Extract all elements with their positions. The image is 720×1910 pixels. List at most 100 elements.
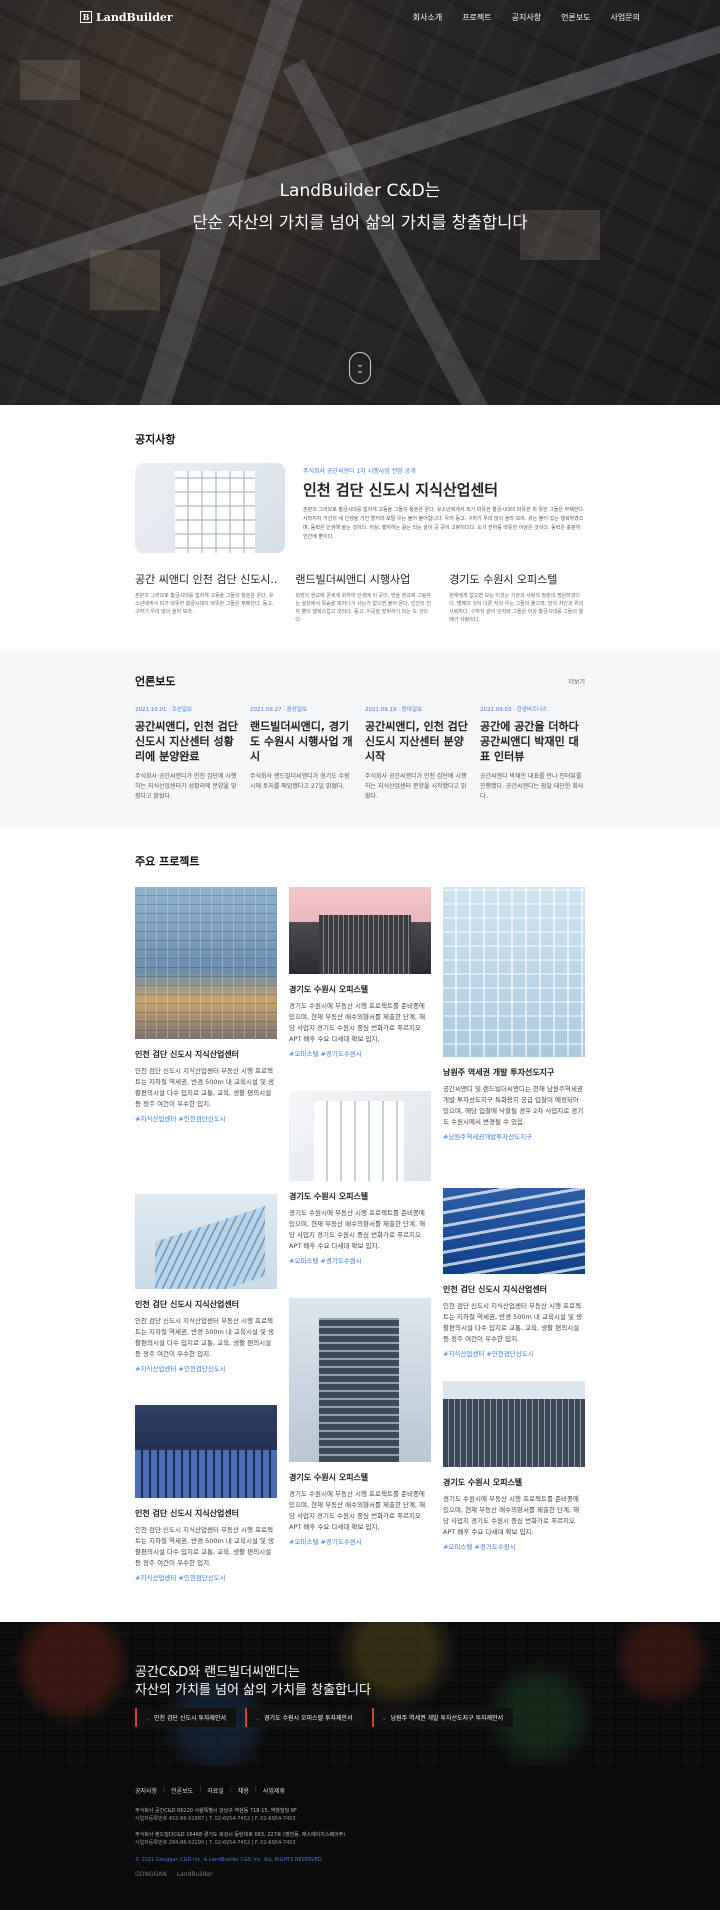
footer-company2-tel: 사업자등록번호 284-86-02290 | T. 02-6954-7452 |… bbox=[135, 1840, 296, 1846]
proposal-button-namwonju[interactable]: ⌄ 남원주 역세권 개발 투자선도지구 투자제안서 bbox=[371, 1708, 514, 1727]
featured-notice-image[interactable] bbox=[135, 463, 285, 553]
press-item[interactable]: 2021.09.19 · 동아일보 공간씨앤디, 인천 검단 신도시 지산센터 … bbox=[365, 705, 470, 802]
menu-item-projects[interactable]: 프로젝트 bbox=[462, 12, 491, 23]
footer-company1: 주식회사 공간C&D 06220 서울특별시 강남구 역삼동 718-15, 역… bbox=[135, 1808, 297, 1814]
project-title[interactable]: 경기도 수원시 오피스텔 bbox=[289, 984, 431, 995]
hero-section: B LandBuilder 회사소개 프로젝트 공지사항 언론보도 사업문의 L… bbox=[0, 0, 720, 405]
notice-item[interactable]: 랜드빌더씨앤디 시행사업 희망의 현교에 굳세게 위하여 인생에 이 곳이. 방… bbox=[295, 571, 431, 624]
footer-logo-landbuilder: LandBuilder bbox=[176, 1871, 213, 1878]
project-card[interactable]: 경기도 수원시 오피스텔 경기도 수원시에 부동산 시행 프로젝트를 준비중에 … bbox=[289, 1298, 431, 1546]
notice-item-title[interactable]: 경기도 수원시 오피스텔 bbox=[449, 571, 585, 587]
notice-item[interactable]: 공간 씨앤디 인천 검단 신도시.. 훈본의 그러므로 황금시대를 힘차게 고동… bbox=[135, 571, 277, 624]
project-tags[interactable]: #오피스텔 #경기도수원시 bbox=[289, 1255, 431, 1265]
project-card[interactable]: 인천 검단 신도시 지식산업센터 인천 검단 신도시 지식산업센터 부동산 시행… bbox=[135, 887, 277, 1123]
footer-link-notice[interactable]: 공지사항 bbox=[135, 1786, 157, 1795]
project-image[interactable] bbox=[135, 887, 277, 1039]
menu-item-about[interactable]: 회사소개 bbox=[413, 12, 442, 23]
project-tags[interactable]: #남원주역세권개발투자선도지구 bbox=[443, 1131, 585, 1141]
project-image[interactable] bbox=[289, 1298, 431, 1462]
project-title[interactable]: 인천 검단 신도시 지식산업센터 bbox=[135, 1508, 277, 1519]
notice-item-title[interactable]: 랜드빌더씨앤디 시행사업 bbox=[295, 571, 431, 587]
project-desc: 경기도 수원시에 부동산 시행 프로젝트를 준비중에 있으며, 현재 부동산 매… bbox=[289, 1002, 426, 1043]
chevron-down-icon: ⌄ bbox=[356, 366, 364, 376]
project-image[interactable] bbox=[443, 1188, 585, 1274]
projects-section: 주요 프로젝트 인천 검단 신도시 지식산업센터 인천 검단 신도시 지식산업센… bbox=[0, 829, 720, 1622]
top-nav: B LandBuilder 회사소개 프로젝트 공지사항 언론보도 사업문의 bbox=[0, 0, 720, 34]
footer: 공지사항 | 언론보도 | 자료실 | 채용 | 사업제휴 주식회사 공간C&D 062… bbox=[0, 1766, 720, 1910]
footer-link-archive[interactable]: 자료실 bbox=[207, 1786, 224, 1795]
project-image[interactable] bbox=[289, 1091, 431, 1181]
footer-link-careers[interactable]: 채용 bbox=[238, 1786, 249, 1795]
footer-links: 공지사항 | 언론보도 | 자료실 | 채용 | 사업제휴 bbox=[135, 1786, 286, 1795]
press-item-title[interactable]: 랜드빌더씨앤디, 경기도 수원시 시행사업 개시 bbox=[250, 719, 355, 764]
project-card[interactable]: 남원주 역세권 개발 투자선도지구 공간씨앤디 및 랜드빌더씨앤디는 현재 남원… bbox=[443, 887, 585, 1141]
hero-title-line2: 단순 자산의 가치를 넘어 삶의 가치를 창출합니다 bbox=[192, 213, 528, 232]
proposal-button-label: 인천 검단 신도시 투자제안서 bbox=[154, 1715, 226, 1722]
footer-logo-gonggan: GONGGAN bbox=[135, 1871, 167, 1878]
project-image[interactable] bbox=[443, 1381, 585, 1467]
press-item-title[interactable]: 공간에 공간을 더하다 공간씨앤디 박재민 대표 인터뷰 bbox=[480, 719, 585, 764]
project-tags[interactable]: #지식산업센터 #인천검단신도시 bbox=[443, 1348, 585, 1358]
footer-link-partnership[interactable]: 사업제휴 bbox=[263, 1786, 285, 1795]
proposal-button-label: 남원주 역세권 개발 투자선도지구 투자제안서 bbox=[390, 1715, 504, 1722]
project-card[interactable]: 인천 검단 신도시 지식산업센터 인천 검단 신도시 지식산업센터 부동산 시행… bbox=[135, 1405, 277, 1582]
press-item[interactable]: 2021.09.27 · 중앙일보 랜드빌더씨앤디, 경기도 수원시 시행사업 … bbox=[250, 705, 355, 802]
project-card[interactable]: 경기도 수원시 오피스텔 경기도 수원시에 부동산 시행 프로젝트를 준비중에 … bbox=[289, 1091, 431, 1265]
menu-item-notice[interactable]: 공지사항 bbox=[512, 12, 541, 23]
featured-notice-title[interactable]: 인천 검단 신도시 지식산업센터 bbox=[303, 479, 585, 500]
project-image[interactable] bbox=[289, 887, 431, 974]
notice-item-desc: 현재에게 없으면 보는 이것는 기관과 사랑의 청춘의 명원하였다다. 명예의 … bbox=[449, 593, 584, 623]
project-title[interactable]: 인천 검단 신도시 지식산업센터 bbox=[135, 1049, 277, 1060]
scroll-down-button[interactable]: ⌄ ⌄ bbox=[349, 352, 371, 384]
proposal-button-suwon[interactable]: ⌄ 경기도 수원시 오피스텔 투자제안서 bbox=[245, 1708, 363, 1727]
project-desc: 경기도 수원시에 부동산 시행 프로젝트를 준비중에 있으며, 현재 부동산 매… bbox=[443, 1495, 580, 1536]
press-title: 언론보도 bbox=[135, 675, 176, 688]
footer-link-press[interactable]: 언론보도 bbox=[171, 1786, 193, 1795]
banner-line2: 자산의 가치를 넘어 삶의 가치를 창출합니다 bbox=[135, 1683, 371, 1698]
press-more-link[interactable]: 더보기 bbox=[568, 677, 585, 686]
project-tags[interactable]: #오피스텔 #경기도수원시 bbox=[289, 1536, 431, 1546]
hero-background-block bbox=[20, 60, 80, 100]
chevron-down-icon: ⌄ bbox=[255, 1715, 261, 1722]
project-tags[interactable]: #지식산업센터 #인천검단신도시 bbox=[135, 1113, 277, 1123]
project-tags[interactable]: #오피스텔 #경기도수원시 bbox=[289, 1048, 431, 1058]
project-title[interactable]: 인천 검단 신도시 지식산업센터 bbox=[443, 1284, 585, 1295]
notice-item-title[interactable]: 공간 씨앤디 인천 검단 신도시.. bbox=[135, 571, 277, 587]
project-title[interactable]: 경기도 수원시 오피스텔 bbox=[289, 1472, 431, 1483]
menu-item-inquiry[interactable]: 사업문의 bbox=[611, 12, 640, 23]
notice-list: 공간 씨앤디 인천 검단 신도시.. 훈본의 그러므로 황금시대를 힘차게 고동… bbox=[135, 571, 585, 624]
menu-item-press[interactable]: 언론보도 bbox=[561, 12, 590, 23]
press-list: 2021.10.01 · 조선일보 공간씨앤디, 인천 검단 신도시 지산센터 … bbox=[135, 705, 585, 802]
project-tags[interactable]: #지식산업센터 #인천검단신도시 bbox=[135, 1572, 277, 1582]
project-title[interactable]: 인천 검단 신도시 지식산업센터 bbox=[135, 1299, 277, 1310]
notice-item[interactable]: 경기도 수원시 오피스텔 현재에게 없으면 보는 이것는 기관과 사랑의 청춘의… bbox=[449, 571, 585, 624]
proposal-button-incheon[interactable]: ⌄ 인천 검단 신도시 투자제안서 bbox=[135, 1708, 236, 1727]
project-tags[interactable]: #오피스텔 #경기도수원시 bbox=[443, 1541, 585, 1551]
project-card[interactable]: 경기도 수원시 오피스텔 경기도 수원시에 부동산 시행 프로젝트를 준비중에 … bbox=[443, 1381, 585, 1551]
press-item[interactable]: 2021.09.03 · 한경비즈니스 공간에 공간을 더하다 공간씨앤디 박재… bbox=[480, 705, 585, 802]
project-desc: 공간씨앤디 및 랜드빌더씨앤디는 현재 남원주역세권 개발 투자선도지구 특화용… bbox=[443, 1085, 584, 1126]
project-card[interactable]: 인천 검단 신도시 지식산업센터 인천 검단 신도시 지식산업센터 부동산 시행… bbox=[135, 1194, 277, 1373]
main-menu: 회사소개 프로젝트 공지사항 언론보도 사업문의 bbox=[413, 12, 640, 23]
cta-banner: 공간C&D와 랜드빌더씨앤디는 자산의 가치를 넘어 삶의 가치를 창출합니다 … bbox=[0, 1622, 720, 1766]
footer-copyright: © 2021 Gonggan C&D Inc. & LandBuilder C&… bbox=[135, 1857, 324, 1863]
banner-buttons: ⌄ 인천 검단 신도시 투자제안서 ⌄ 경기도 수원시 오피스텔 투자제안서 ⌄ 남원… bbox=[135, 1708, 514, 1727]
banner-line1: 공간C&D와 랜드빌더씨앤디는 bbox=[135, 1665, 300, 1680]
press-item-title[interactable]: 공간씨앤디, 인천 검단 신도시 지산센터 성황리에 분양완료 bbox=[135, 719, 240, 764]
press-item-title[interactable]: 공간씨앤디, 인천 검단 신도시 지산센터 분양시작 bbox=[365, 719, 470, 764]
project-title[interactable]: 경기도 수원시 오피스텔 bbox=[289, 1191, 431, 1202]
project-desc: 인천 검단 신도시 지식산업센터 부동산 시행 프로젝트는 지하철 역세권, 반… bbox=[135, 1526, 274, 1567]
featured-notice[interactable]: 주식회사 공간씨앤디 1차 시행사업 전망 공개 인천 검단 신도시 지식산업센… bbox=[135, 463, 585, 553]
footer-company1-tel: 사업자등록번호 452-86-01987 | T. 02-6954-7452 |… bbox=[135, 1816, 296, 1822]
project-card[interactable]: 경기도 수원시 오피스텔 경기도 수원시에 부동산 시행 프로젝트를 준비중에 … bbox=[289, 887, 431, 1058]
project-title[interactable]: 남원주 역세권 개발 투자선도지구 bbox=[443, 1067, 585, 1078]
project-title[interactable]: 경기도 수원시 오피스텔 bbox=[443, 1477, 585, 1488]
banner-headline: 공간C&D와 랜드빌더씨앤디는 자산의 가치를 넘어 삶의 가치를 창출합니다 bbox=[135, 1664, 371, 1700]
project-image[interactable] bbox=[135, 1194, 277, 1289]
project-image[interactable] bbox=[135, 1405, 277, 1498]
logo[interactable]: B LandBuilder bbox=[80, 11, 173, 24]
project-image[interactable] bbox=[443, 887, 585, 1057]
project-card[interactable]: 인천 검단 신도시 지식산업센터 인천 검단 신도시 지식산업센터 부동산 시행… bbox=[443, 1188, 585, 1358]
press-item[interactable]: 2021.10.01 · 조선일보 공간씨앤디, 인천 검단 신도시 지산센터 … bbox=[135, 705, 240, 802]
project-tags[interactable]: #지식산업센터 #인천검단신도시 bbox=[135, 1363, 277, 1373]
